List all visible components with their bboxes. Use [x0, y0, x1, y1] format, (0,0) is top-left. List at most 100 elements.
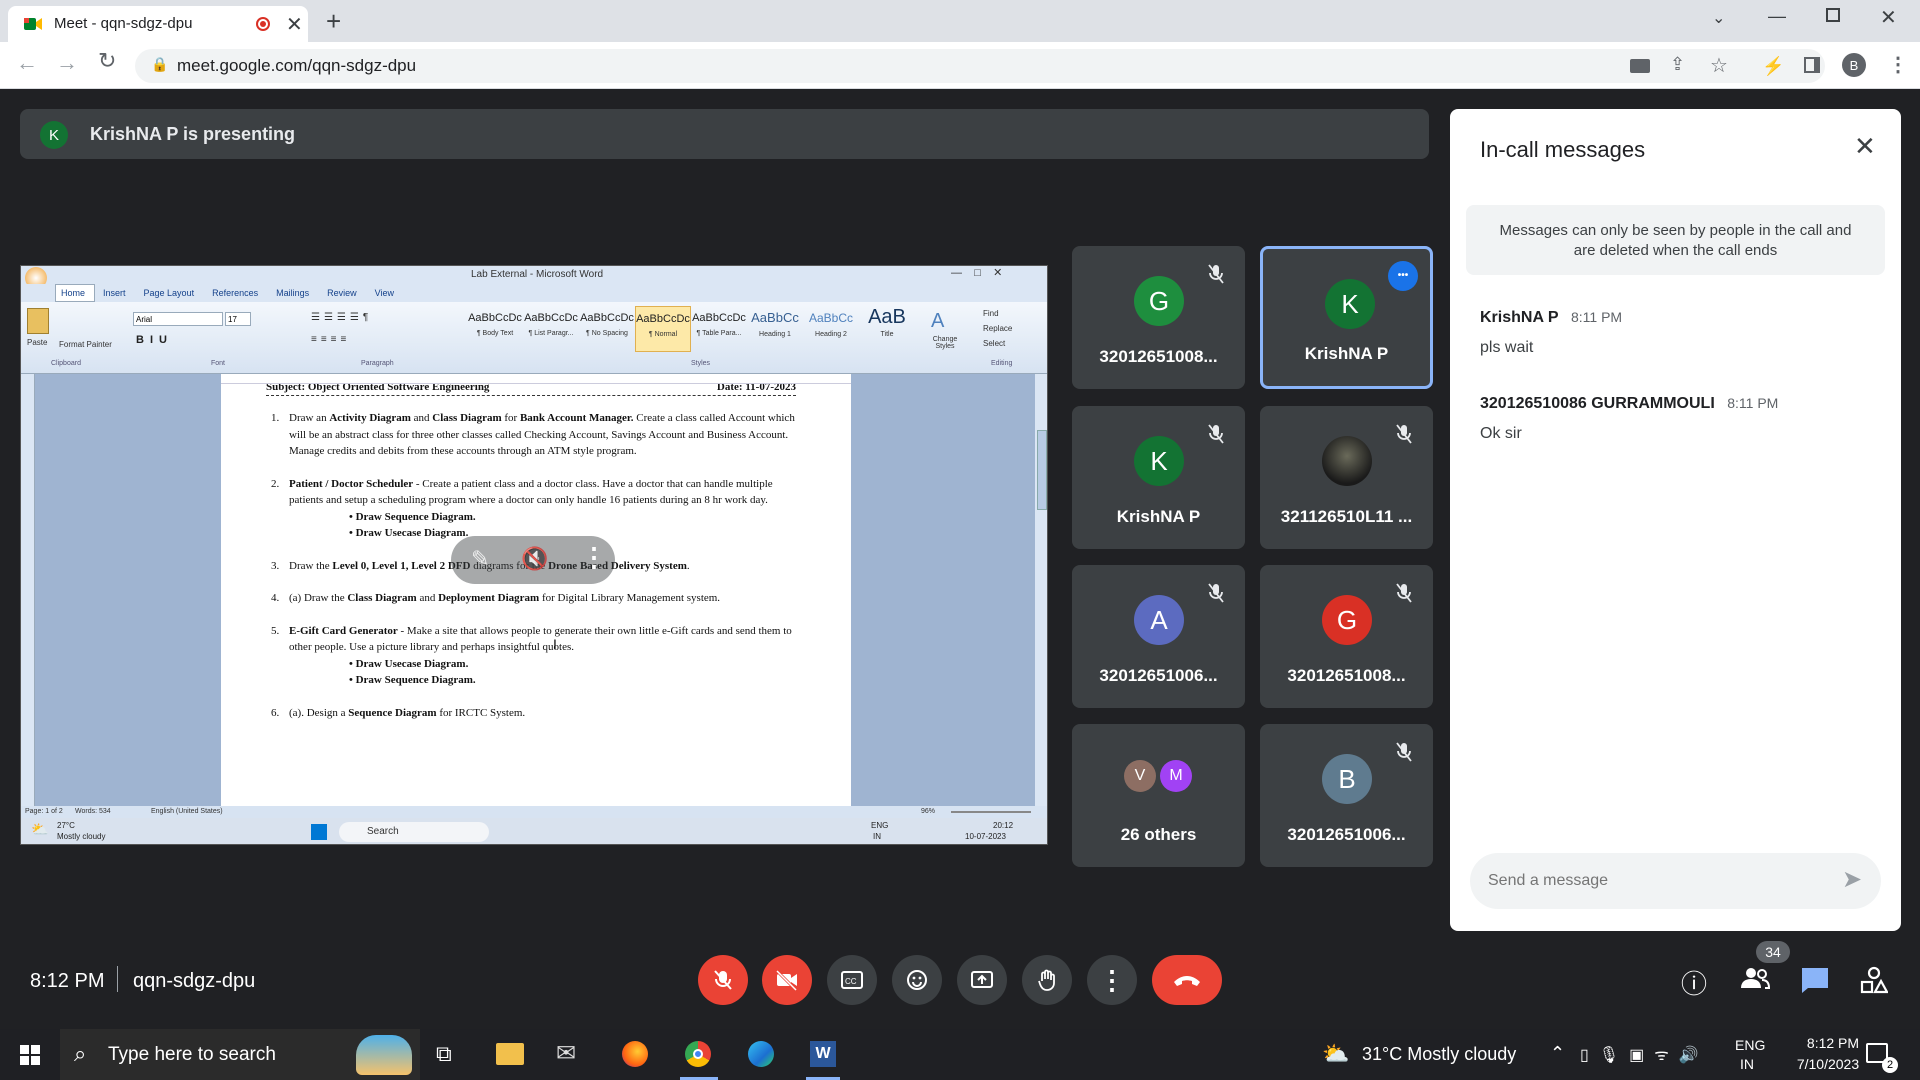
style-list-paragraph[interactable]: AaBbCcDc ¶ List Paragr... [523, 306, 579, 352]
style-body-text[interactable]: AaBbCcDc ¶ Body Text [467, 306, 523, 352]
participant-tile[interactable]: 321126510L11 ... [1260, 406, 1433, 549]
weather-icon[interactable]: ⛅ [1322, 1041, 1349, 1067]
close-window-icon[interactable]: ✕ [1880, 5, 1897, 30]
mail-icon[interactable]: ✉ [556, 1039, 576, 1068]
style-title[interactable]: AaB Title [859, 306, 915, 352]
send-icon[interactable]: ➤ [1842, 865, 1862, 894]
camera-in-use-icon[interactable] [1630, 59, 1650, 73]
close-panel-icon[interactable]: ✕ [1854, 131, 1876, 162]
url-text[interactable]: meet.google.com/qqn-sdgz-dpu [177, 56, 416, 76]
style-table-paragraph[interactable]: AaBbCcDc ¶ Table Para... [691, 306, 747, 352]
change-styles-label[interactable]: Change Styles [925, 336, 965, 350]
extensions-icon[interactable]: ⚡ [1762, 56, 1784, 77]
participant-tile[interactable]: K KrishNA P ••• [1260, 246, 1433, 389]
leave-call-button[interactable] [1152, 955, 1222, 1005]
minimize-icon[interactable]: — [1768, 6, 1786, 27]
ribbon-tab-home[interactable]: Home [61, 288, 85, 298]
edge-icon[interactable] [748, 1041, 774, 1067]
find-button[interactable]: Find [983, 306, 1012, 321]
word-window-controls[interactable]: — □ ✕ [951, 266, 1002, 279]
participant-tile[interactable]: G 32012651008... [1072, 246, 1245, 389]
tray-chevron-icon[interactable]: ⌃ [1550, 1043, 1565, 1064]
tray-icons[interactable]: ▯🎙▣ᯤ🔊 [1580, 1043, 1709, 1065]
new-tab-button[interactable]: + [326, 6, 341, 37]
paragraph-buttons[interactable]: ☰☰☰☰¶ [311, 312, 372, 323]
search-icon: ⌕ [74, 1041, 87, 1066]
tile-more-options-icon[interactable]: ••• [1388, 261, 1418, 291]
align-buttons[interactable]: ≡≡≡≡ [311, 334, 350, 345]
style-normal[interactable]: AaBbCcDc ¶ Normal [635, 306, 691, 352]
forward-icon[interactable]: → [56, 50, 78, 76]
font-size-box[interactable]: 17 [225, 312, 251, 326]
ribbon-tab-mailings[interactable]: Mailings [276, 288, 309, 298]
captions-button[interactable]: CC [827, 955, 877, 1005]
style-heading-2[interactable]: AaBbCc Heading 2 [803, 306, 859, 352]
change-styles-icon[interactable]: A [931, 310, 944, 333]
overlay-more-icon[interactable]: ⋮ [581, 542, 607, 573]
style-no-spacing[interactable]: AaBbCcDc ¶ No Spacing [579, 306, 635, 352]
ribbon-tab-view[interactable]: View [375, 288, 394, 298]
word-icon[interactable]: W [810, 1041, 836, 1067]
tab-search-icon[interactable]: ⌄ [1712, 8, 1725, 28]
more-options-button[interactable]: ⋮ [1087, 955, 1137, 1005]
task-view-icon[interactable]: ⧉ [436, 1041, 452, 1067]
tray-lang-2[interactable]: IN [1740, 1056, 1754, 1072]
participant-tile[interactable]: K KrishNA P [1072, 406, 1245, 549]
format-painter[interactable]: Format Painter [59, 340, 112, 349]
in-call-messages-panel: In-call messages ✕ Messages can only be … [1450, 109, 1901, 931]
chrome-menu-icon[interactable]: ⋮ [1888, 52, 1908, 77]
side-panel-icon[interactable] [1804, 57, 1820, 73]
meeting-details-icon[interactable]: ⓘ [1681, 964, 1707, 1001]
weather-text[interactable]: 31°C Mostly cloudy [1362, 1044, 1516, 1065]
taskbar-clock-date[interactable]: 7/10/2023 [1778, 1056, 1878, 1072]
font-name-box[interactable]: Arial [133, 312, 223, 326]
omnibox[interactable]: 🔒 meet.google.com/qqn-sdgz-dpu ⇪ ☆ [135, 49, 1825, 83]
taskbar-search-box[interactable]: ⌕ Type here to search [60, 1029, 420, 1080]
reload-icon[interactable]: ↻ [98, 48, 116, 74]
message-input[interactable] [1488, 867, 1828, 895]
maximize-icon[interactable] [1826, 8, 1840, 22]
mute-presentation-icon[interactable]: 🔇 [521, 546, 548, 572]
reactions-button[interactable] [892, 955, 942, 1005]
windows-start-icon[interactable] [20, 1045, 40, 1065]
back-icon[interactable]: ← [16, 50, 38, 76]
styles-gallery[interactable]: AaBbCcDc ¶ Body Text AaBbCcDc ¶ List Parag… [467, 306, 915, 352]
bookmark-star-icon[interactable]: ☆ [1710, 53, 1728, 78]
browser-tab[interactable]: Meet - qqn-sdgz-dpu ✕ [8, 6, 308, 42]
vertical-scrollbar[interactable] [1035, 374, 1047, 806]
ribbon-tab-review[interactable]: Review [327, 288, 357, 298]
lock-icon[interactable]: 🔒 [151, 56, 168, 73]
firefox-icon[interactable] [622, 1041, 648, 1067]
taskbar-clock-time[interactable]: 8:12 PM [1788, 1035, 1878, 1051]
chrome-icon[interactable] [685, 1041, 711, 1067]
pin-icon[interactable]: ✎ [471, 546, 489, 572]
font-format-buttons[interactable]: BIU [136, 334, 173, 346]
close-tab-icon[interactable]: ✕ [286, 12, 303, 37]
chat-button[interactable] [1800, 966, 1830, 994]
file-explorer-icon[interactable] [496, 1043, 524, 1065]
style-heading-1[interactable]: AaBbCc Heading 1 [747, 306, 803, 352]
zoom-slider[interactable] [951, 811, 1031, 813]
raise-hand-button[interactable] [1022, 955, 1072, 1005]
mic-button[interactable] [698, 955, 748, 1005]
shared-start-icon [311, 824, 327, 840]
replace-button[interactable]: Replace [983, 321, 1012, 336]
people-button[interactable] [1740, 966, 1770, 990]
ribbon-tab-references[interactable]: References [212, 288, 258, 298]
camera-button[interactable] [762, 955, 812, 1005]
participant-tile[interactable]: A 32012651006... [1072, 565, 1245, 708]
participant-tile[interactable]: B 32012651006... [1260, 724, 1433, 867]
paste-icon[interactable] [27, 308, 49, 334]
profile-avatar[interactable]: B [1842, 53, 1866, 77]
ribbon-tab-page-layout[interactable]: Page Layout [144, 288, 195, 298]
screen-share-view[interactable]: Lab External - Microsoft Word — □ ✕ Home… [20, 265, 1048, 845]
share-icon[interactable]: ⇪ [1670, 54, 1685, 75]
participant-tile[interactable]: G 32012651008... [1260, 565, 1433, 708]
activities-button[interactable] [1860, 966, 1888, 994]
select-button[interactable]: Select [983, 336, 1012, 351]
participant-tile[interactable]: V M 26 others [1072, 724, 1245, 867]
ribbon-tab-insert[interactable]: Insert [103, 288, 126, 298]
tray-lang-1[interactable]: ENG [1735, 1037, 1765, 1053]
present-button[interactable] [957, 955, 1007, 1005]
document-page[interactable]: Subject: Object Oriented Software Engine… [221, 384, 851, 806]
